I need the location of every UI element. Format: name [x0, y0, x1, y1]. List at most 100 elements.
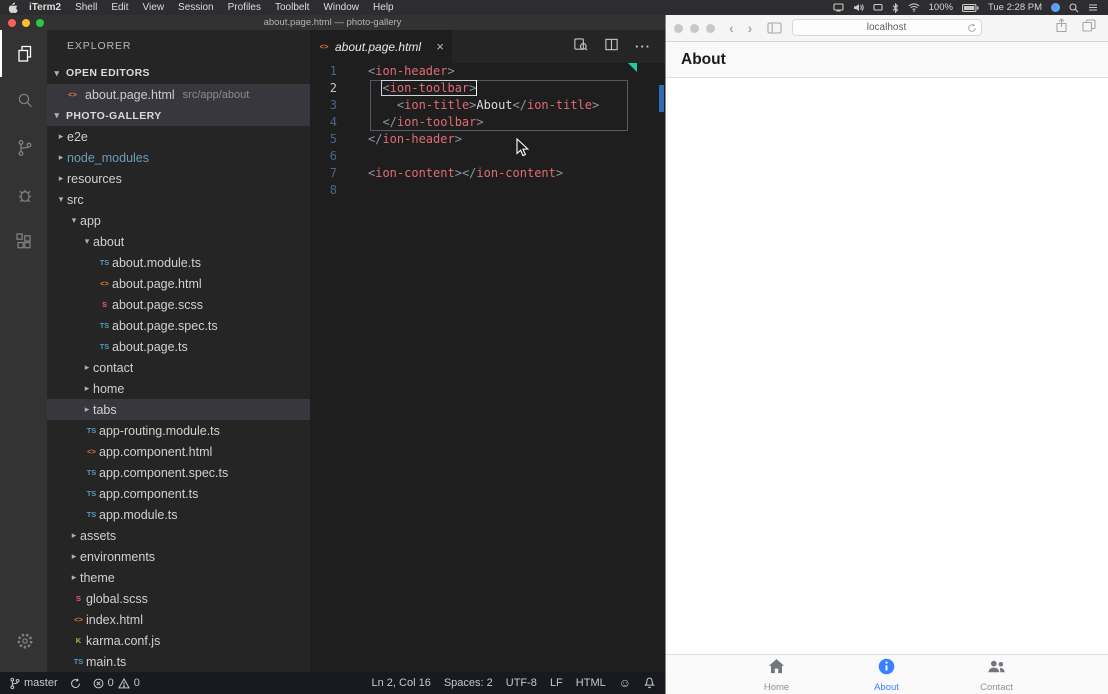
open-editor-item[interactable]: <> about.page.html src/app/about	[47, 84, 310, 105]
code-line-7[interactable]: <ion-content></ion-content>	[368, 165, 665, 182]
tree-item-app.component.spec.ts[interactable]: TSapp.component.spec.ts	[47, 462, 310, 483]
volume-icon[interactable]	[853, 3, 864, 12]
tree-item-node_modules[interactable]: ▸node_modules	[47, 147, 310, 168]
code-editor[interactable]: 12345678 <ion-header> <ion-toolbar> <ion…	[310, 63, 665, 672]
close-window-button[interactable]	[674, 24, 683, 33]
tree-item-app.module.ts[interactable]: TSapp.module.ts	[47, 504, 310, 525]
code-line-5[interactable]: </ion-header>	[368, 131, 665, 148]
tree-item-about.page.ts[interactable]: TSabout.page.ts	[47, 336, 310, 357]
more-actions-icon[interactable]: ···	[635, 40, 651, 53]
tree-item-global.scss[interactable]: Sglobal.scss	[47, 588, 310, 609]
address-bar[interactable]: localhost	[792, 19, 982, 36]
battery-percentage[interactable]: 100%	[929, 2, 953, 13]
menu-help[interactable]: Help	[366, 2, 401, 13]
vscode-window: about.page.html — photo-gallery EXPLORER…	[0, 15, 665, 694]
menu-iterm2[interactable]: iTerm2	[22, 2, 68, 13]
reload-icon[interactable]	[967, 23, 977, 33]
status-indentation[interactable]: Spaces: 2	[444, 677, 493, 689]
menu-toolbelt[interactable]: Toolbelt	[268, 2, 316, 13]
code-line-3[interactable]: <ion-title>About</ion-title>	[368, 97, 665, 114]
tree-item-app[interactable]: ▾app	[47, 210, 310, 231]
screen-icon[interactable]	[833, 3, 844, 12]
menu-window[interactable]: Window	[316, 2, 366, 13]
tree-item-about[interactable]: ▾about	[47, 231, 310, 252]
menu-shell[interactable]: Shell	[68, 2, 104, 13]
extensions-icon[interactable]	[0, 218, 47, 265]
wifi-icon[interactable]	[908, 3, 920, 12]
code-line-4[interactable]: </ion-toolbar>	[368, 114, 665, 131]
problems-indicator[interactable]: 0 0	[93, 677, 140, 689]
tree-item-about.page.scss[interactable]: Sabout.page.scss	[47, 294, 310, 315]
files-icon[interactable]	[0, 30, 47, 77]
status-line-col[interactable]: Ln 2, Col 16	[372, 677, 431, 689]
search-icon[interactable]	[0, 77, 47, 124]
tab-home[interactable]: Home	[722, 655, 832, 694]
tree-item-main.ts[interactable]: TSmain.ts	[47, 651, 310, 672]
tree-item-tabs[interactable]: ▸tabs	[47, 399, 310, 420]
sidebar-icon[interactable]	[767, 22, 782, 34]
tab-contact[interactable]: Contact	[942, 655, 1052, 694]
tree-item-e2e[interactable]: ▸e2e	[47, 126, 310, 147]
tree-item-resources[interactable]: ▸resources	[47, 168, 310, 189]
tree-item-home[interactable]: ▸home	[47, 378, 310, 399]
back-icon[interactable]: ‹	[729, 21, 734, 35]
tabs-overview-icon[interactable]	[1082, 19, 1096, 37]
menu-profiles[interactable]: Profiles	[221, 2, 268, 13]
menu-session[interactable]: Session	[171, 2, 221, 13]
tree-item-app.component.html[interactable]: <>app.component.html	[47, 441, 310, 462]
project-root-folder[interactable]: ▾ PHOTO-GALLERY	[47, 105, 310, 126]
notification-center-icon[interactable]	[1088, 3, 1098, 12]
tree-item-karma.conf.js[interactable]: Kkarma.conf.js	[47, 630, 310, 651]
feedback-smiley-icon[interactable]: ☺	[619, 676, 631, 690]
code-line-8[interactable]	[368, 182, 665, 199]
display-icon[interactable]	[873, 3, 883, 12]
code-line-1[interactable]: <ion-header>	[368, 63, 665, 80]
status-eol[interactable]: LF	[550, 677, 563, 689]
tree-item-index.html[interactable]: <>index.html	[47, 609, 310, 630]
spotlight-icon[interactable]	[1069, 3, 1079, 13]
warning-icon	[118, 678, 130, 689]
zoom-window-button[interactable]	[706, 24, 715, 33]
tree-item-src[interactable]: ▾src	[47, 189, 310, 210]
sync-button[interactable]	[70, 678, 81, 689]
tree-item-about.page.html[interactable]: <>about.page.html	[47, 273, 310, 294]
vscode-titlebar[interactable]: about.page.html — photo-gallery	[0, 15, 665, 30]
git-branch-indicator[interactable]: master	[10, 677, 58, 690]
code-line-2[interactable]: <ion-toolbar>	[368, 80, 665, 97]
battery-icon[interactable]	[962, 4, 979, 12]
tree-item-about.page.spec.ts[interactable]: TSabout.page.spec.ts	[47, 315, 310, 336]
macos-menubar: iTerm2ShellEditViewSessionProfilesToolbe…	[0, 0, 1108, 15]
bluetooth-icon[interactable]	[892, 3, 899, 13]
tree-item-assets[interactable]: ▸assets	[47, 525, 310, 546]
status-encoding[interactable]: UTF-8	[506, 677, 537, 689]
code-line-6[interactable]	[368, 148, 665, 165]
menu-edit[interactable]: Edit	[104, 2, 135, 13]
minimize-window-button[interactable]	[690, 24, 699, 33]
status-language[interactable]: HTML	[576, 677, 606, 689]
split-editor-icon[interactable]	[604, 37, 619, 57]
open-editors-section[interactable]: ▾ OPEN EDITORS	[47, 62, 310, 84]
tree-item-about.module.ts[interactable]: TSabout.module.ts	[47, 252, 310, 273]
tree-item-theme[interactable]: ▸theme	[47, 567, 310, 588]
zoom-window-button[interactable]	[36, 19, 44, 27]
source-control-icon[interactable]	[0, 124, 47, 171]
debug-icon[interactable]	[0, 171, 47, 218]
apple-menu-icon[interactable]	[8, 2, 18, 13]
menubar-clock[interactable]: Tue 2:28 PM	[988, 2, 1042, 13]
close-window-button[interactable]	[8, 19, 16, 27]
siri-icon[interactable]	[1051, 3, 1060, 12]
gear-icon[interactable]	[0, 617, 47, 664]
share-icon[interactable]	[1055, 18, 1068, 38]
close-tab-icon[interactable]: ×	[436, 40, 444, 53]
tab-about-page-html[interactable]: <> about.page.html ×	[310, 30, 452, 63]
tree-item-app.component.ts[interactable]: TSapp.component.ts	[47, 483, 310, 504]
tab-about[interactable]: About	[832, 655, 942, 694]
open-preview-icon[interactable]	[573, 37, 588, 57]
tree-item-app-routing.module.ts[interactable]: TSapp-routing.module.ts	[47, 420, 310, 441]
minimize-window-button[interactable]	[22, 19, 30, 27]
forward-icon[interactable]: ›	[748, 21, 753, 35]
notifications-bell-icon[interactable]	[644, 677, 655, 689]
tree-item-environments[interactable]: ▸environments	[47, 546, 310, 567]
tree-item-contact[interactable]: ▸contact	[47, 357, 310, 378]
menu-view[interactable]: View	[136, 2, 172, 13]
